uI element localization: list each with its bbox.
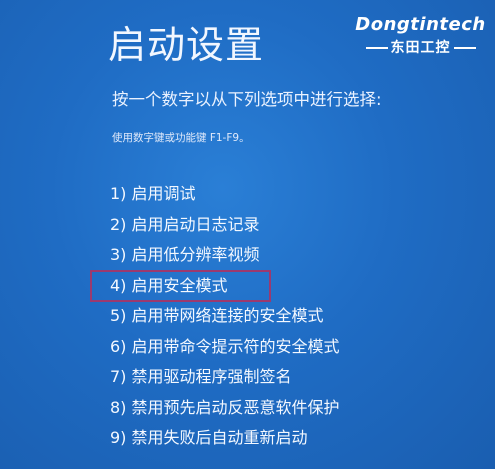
startup-option-5[interactable]: 5) 启用带网络连接的安全模式 [110, 304, 340, 335]
startup-option-9[interactable]: 9) 禁用失败后自动重新启动 [110, 426, 340, 457]
page-title: 启动设置 [108, 23, 265, 67]
startup-option-6[interactable]: 6) 启用带命令提示符的安全模式 [110, 335, 340, 366]
watermark-brand: Dongtintech [355, 14, 486, 35]
watermark-brand-cn: 东田工控 [348, 37, 493, 57]
watermark-logo: Dongtintech 东田工控 [348, 14, 493, 57]
startup-option-3[interactable]: 3) 启用低分辨率视频 [110, 243, 340, 274]
startup-settings-screen: 启动设置 Dongtintech 东田工控 按一个数字以从下列选项中进行选择: … [0, 0, 495, 469]
startup-options-list: 1) 启用调试 2) 启用启动日志记录 3) 启用低分辨率视频 4) 启用安全模… [90, 182, 340, 457]
startup-option-4-selected[interactable]: 4) 启用安全模式 [90, 269, 271, 302]
startup-option-1[interactable]: 1) 启用调试 [110, 182, 340, 213]
startup-option-8[interactable]: 8) 禁用预先启动反恶意软件保护 [110, 396, 340, 427]
key-hint-text: 使用数字键或功能键 F1-F9。 [112, 132, 250, 144]
instruction-text: 按一个数字以从下列选项中进行选择: [112, 90, 382, 109]
startup-option-2[interactable]: 2) 启用启动日志记录 [110, 213, 340, 244]
startup-option-7[interactable]: 7) 禁用驱动程序强制签名 [110, 365, 340, 396]
